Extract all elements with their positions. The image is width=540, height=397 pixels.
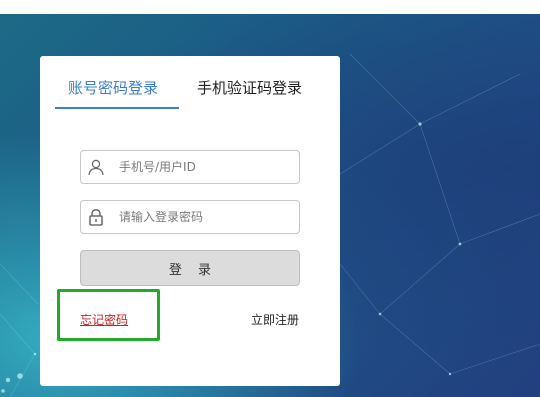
login-button[interactable]: 登 录 (80, 250, 300, 286)
tab-sms-code[interactable]: 手机验证码登录 (197, 77, 302, 98)
username-field[interactable] (80, 150, 300, 184)
tab-account-password[interactable]: 账号密码登录 (68, 77, 158, 98)
password-input[interactable] (119, 207, 289, 227)
lock-icon (87, 208, 105, 226)
login-card: 账号密码登录 手机验证码登录 登 录 忘记密码 立即注册 (40, 56, 340, 386)
active-tab-indicator (55, 107, 179, 109)
user-icon (87, 158, 105, 176)
login-tabs: 账号密码登录 手机验证码登录 (40, 56, 340, 110)
register-link[interactable]: 立即注册 (251, 311, 299, 328)
password-field[interactable] (80, 200, 300, 234)
forgot-password-link[interactable]: 忘记密码 (80, 311, 128, 328)
username-input[interactable] (119, 157, 289, 177)
